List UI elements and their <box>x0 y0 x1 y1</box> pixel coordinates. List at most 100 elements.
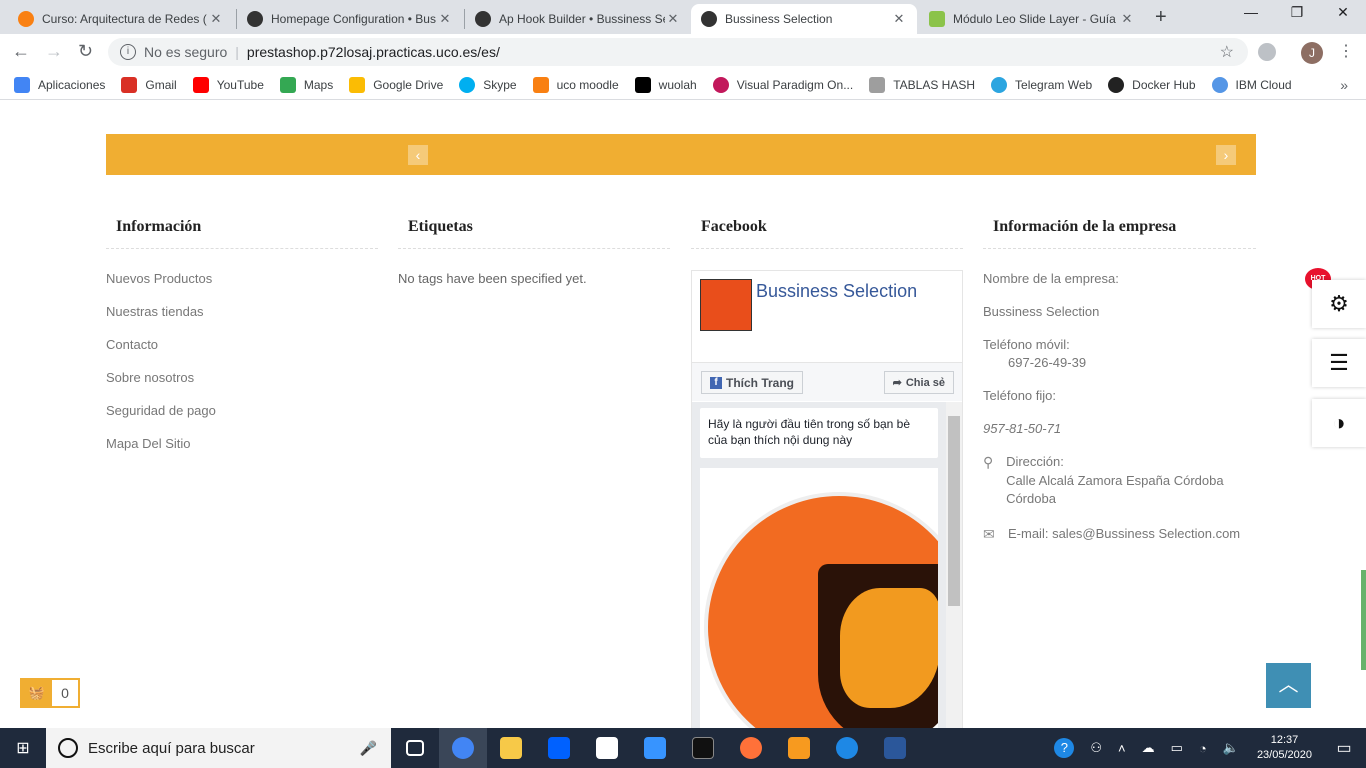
url-text[interactable]: prestashop.p72losaj.practicas.uco.es/es/ <box>247 44 500 60</box>
terminal-icon[interactable] <box>679 728 727 768</box>
close-icon[interactable]: ✕ <box>891 11 907 27</box>
reload-icon[interactable]: ↻ <box>78 41 93 62</box>
bookmark-gmail[interactable]: Gmail <box>121 76 177 93</box>
facebook-header: Bussiness Selection <box>692 271 962 363</box>
back-to-top-button[interactable]: ︿ <box>1266 663 1311 708</box>
bookmark-label: YouTube <box>216 77 264 92</box>
taskbar-search[interactable]: Escribe aquí para buscar 🎤 <box>46 728 391 768</box>
bookmark-youtube[interactable]: YouTube <box>192 76 264 93</box>
bookmark-maps[interactable]: Maps <box>279 76 333 93</box>
moodle-icon <box>18 11 34 27</box>
help-icon[interactable]: ? <box>1054 738 1075 758</box>
tab-homepage-configuration[interactable]: Homepage Configuration • Bus ✕ <box>237 4 463 34</box>
link-mapa-del-sitio[interactable]: Mapa Del Sitio <box>106 436 378 469</box>
bookmark-tablas-hash[interactable]: TABLAS HASH <box>869 76 975 93</box>
close-icon[interactable]: ✕ <box>437 11 453 27</box>
bookmark-google-drive[interactable]: Google Drive <box>349 76 443 93</box>
system-tray: ? ⚇ ˄ ☁ ▭ ◔ 🔈 12:37 23/05/2020 ▭ <box>1046 728 1366 768</box>
bookmark-label: Aplicaciones <box>38 77 106 92</box>
share-icon: ➦ <box>892 377 902 389</box>
like-page-button[interactable]: f Thích Trang <box>701 371 804 394</box>
tab-bussiness-selection[interactable]: Bussiness Selection ✕ <box>691 4 917 34</box>
sublime-icon[interactable] <box>775 728 823 768</box>
word-icon[interactable] <box>871 728 919 768</box>
battery-icon[interactable]: ▭ <box>1171 740 1183 756</box>
dropbox-icon[interactable] <box>535 728 583 768</box>
forward-arrow-icon[interactable]: → <box>45 41 63 62</box>
slider-next-icon[interactable]: › <box>1216 145 1236 165</box>
wifi-icon[interactable]: ◔ <box>1199 741 1207 756</box>
document-icon <box>929 11 945 27</box>
footer-facebook: Facebook <box>691 208 963 249</box>
facebook-page-name[interactable]: Bussiness Selection <box>756 281 917 302</box>
scrollbar-thumb[interactable] <box>948 416 960 606</box>
facebook-post-image[interactable] <box>700 468 938 728</box>
bookmark-wuolah[interactable]: wuolah <box>634 76 697 93</box>
page-logo[interactable] <box>700 279 752 331</box>
task-view-icon[interactable] <box>391 728 439 768</box>
close-icon[interactable]: ✕ <box>665 11 681 27</box>
extension-icon[interactable] <box>1258 43 1276 61</box>
bookmark-skype[interactable]: Skype <box>459 76 517 93</box>
bookmark-telegram[interactable]: Telegram Web <box>991 76 1092 93</box>
close-icon[interactable]: ✕ <box>208 11 224 27</box>
link-nuestras-tiendas[interactable]: Nuestras tiendas <box>106 304 378 337</box>
tab-ap-hook-builder[interactable]: Ap Hook Builder • Bussiness Se ✕ <box>465 4 691 34</box>
windows-start-icon[interactable]: ⊞ <box>0 728 46 768</box>
new-tab-button[interactable]: + <box>1155 6 1167 29</box>
people-icon[interactable]: ⚇ <box>1090 740 1102 756</box>
avatar[interactable]: J <box>1301 42 1323 64</box>
sliders-icon: ☰ <box>1329 350 1349 375</box>
minimize-button[interactable]: — <box>1228 4 1274 20</box>
facebook-action-bar: f Thích Trang ➦ Chia sẻ <box>692 363 962 401</box>
feed-scrollbar[interactable] <box>946 402 962 728</box>
bookmark-uco-moodle[interactable]: uco moodle <box>532 76 619 93</box>
onedrive-icon[interactable]: ☁ <box>1142 740 1155 756</box>
close-window-button[interactable]: ✕ <box>1320 4 1366 21</box>
slider-prev-icon[interactable]: ‹ <box>408 145 428 165</box>
chevron-up-icon[interactable]: ˄ <box>1118 741 1126 756</box>
firefox-icon[interactable] <box>727 728 775 768</box>
more-bookmarks-icon[interactable]: » <box>1340 77 1348 93</box>
visual-studio-icon[interactable] <box>631 728 679 768</box>
notifications-icon[interactable]: ▭ <box>1322 728 1366 768</box>
settings-gear-button[interactable]: ⚙ <box>1312 280 1366 328</box>
maximize-button[interactable]: ❐ <box>1274 4 1320 21</box>
date: 23/05/2020 <box>1256 749 1312 761</box>
contrast-button[interactable]: ◑ <box>1312 399 1366 447</box>
dragon-icon <box>840 588 938 708</box>
link-sobre-nosotros[interactable]: Sobre nosotros <box>106 370 378 403</box>
store-icon[interactable] <box>583 728 631 768</box>
file-explorer-icon[interactable] <box>487 728 535 768</box>
bookmark-docker-hub[interactable]: Docker Hub <box>1108 76 1196 93</box>
volume-icon[interactable]: 🔈 <box>1223 740 1239 756</box>
menu-kebab-icon[interactable]: ⋮ <box>1338 41 1354 61</box>
page-scrollbar-thumb[interactable] <box>1361 570 1366 670</box>
cart-widget[interactable]: 🧺 0 <box>20 678 80 708</box>
email-value[interactable]: sales@Bussiness Selection.com <box>1052 526 1240 541</box>
chrome-icon[interactable] <box>439 728 487 768</box>
link-seguridad-de-pago[interactable]: Seguridad de pago <box>106 403 378 436</box>
info-icon[interactable]: i <box>120 44 136 60</box>
back-arrow-icon[interactable]: ← <box>12 41 30 62</box>
clock[interactable]: 12:37 23/05/2020 <box>1257 733 1312 763</box>
share-button[interactable]: ➦ Chia sẻ <box>883 371 954 394</box>
bookmark-ibm-cloud[interactable]: IBM Cloud <box>1211 76 1292 93</box>
sliders-button[interactable]: ☰ <box>1312 339 1366 387</box>
tab-leo-slide-layer[interactable]: Módulo Leo Slide Layer - Guía ✕ <box>919 4 1145 34</box>
link-nuevos-productos[interactable]: Nuevos Productos <box>106 271 378 304</box>
bookmark-visual-paradigm[interactable]: Visual Paradigm On... <box>712 76 853 93</box>
close-icon[interactable]: ✕ <box>1119 11 1135 27</box>
tab-strip: Curso: Arquitectura de Redes ( ✕ Homepag… <box>0 0 1366 34</box>
microphone-icon[interactable]: 🎤 <box>360 740 377 757</box>
bookmark-aplicaciones[interactable]: Aplicaciones <box>14 76 106 93</box>
bookmark-star-icon[interactable]: ☆ <box>1220 42 1234 62</box>
link-contacto[interactable]: Contacto <box>106 337 378 370</box>
prestashop-icon <box>701 11 717 27</box>
footer-informacion: Información Nuevos Productos Nuestras ti… <box>106 208 378 469</box>
tab-curso[interactable]: Curso: Arquitectura de Redes ( ✕ <box>8 4 234 34</box>
edge-icon[interactable] <box>823 728 871 768</box>
address-bar[interactable]: i No es seguro | prestashop.p72losaj.pra… <box>108 38 1248 66</box>
chevron-up-icon: ︿ <box>1278 674 1299 696</box>
basket-icon: 🧺 <box>22 680 52 706</box>
